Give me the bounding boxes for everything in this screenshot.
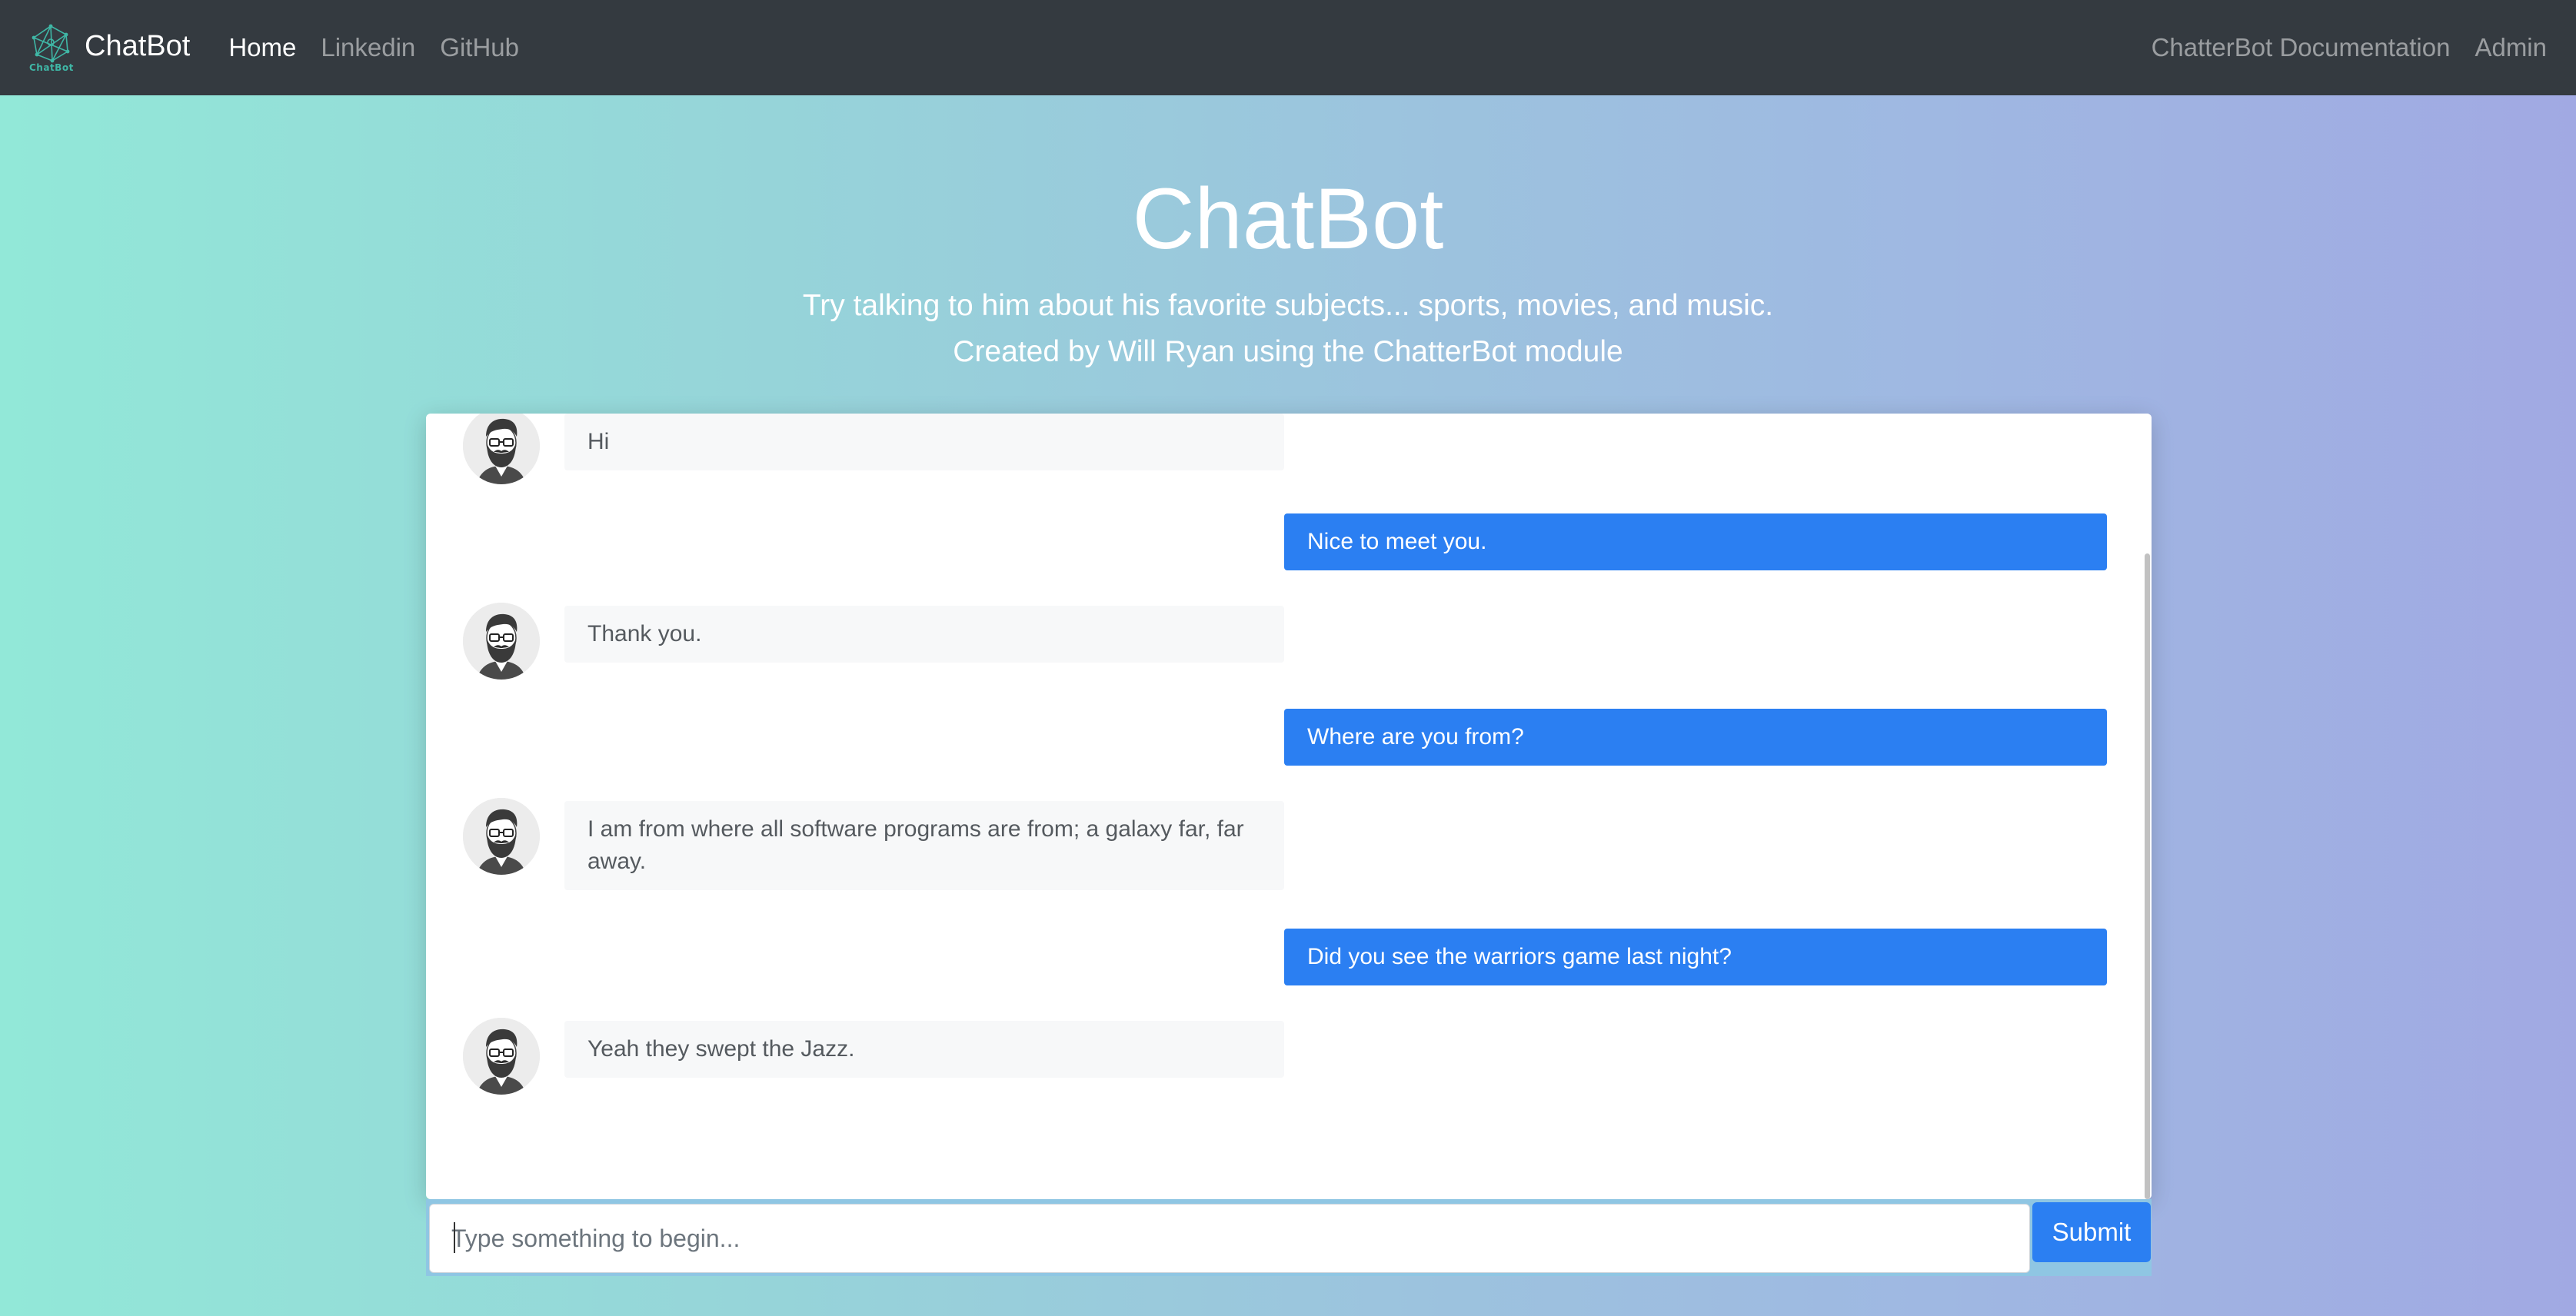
- chat-scrollbar-thumb[interactable]: [2145, 553, 2150, 1199]
- bot-message-bubble: Thank you.: [564, 606, 1284, 663]
- page-title: ChatBot: [1132, 171, 1444, 267]
- nav-link-home[interactable]: Home: [228, 33, 296, 62]
- nav-link-admin[interactable]: Admin: [2474, 33, 2547, 62]
- hero-credit: Created by Will Ryan using the ChatterBo…: [953, 335, 1623, 368]
- user-message-bubble: Where are you from?: [1284, 709, 2107, 766]
- bot-message-bubble: I am from where all software programs ar…: [564, 801, 1284, 890]
- nav-link-linkedin[interactable]: Linkedin: [321, 33, 415, 62]
- user-message-bubble: Nice to meet you.: [1284, 513, 2107, 570]
- chat-input-bar: Submit: [426, 1199, 2152, 1276]
- nav-links: Home Linkedin GitHub: [228, 33, 544, 62]
- nav-link-github[interactable]: GitHub: [440, 33, 519, 62]
- logo-text: ChatBot: [29, 62, 74, 73]
- bot-avatar-icon: [463, 1018, 540, 1095]
- user-message-bubble: Did you see the warriors game last night…: [1284, 929, 2107, 985]
- chat-messages[interactable]: Hi Nice to meet you. Thank you. Where ar…: [426, 414, 2152, 1199]
- nav-right-links: ChatterBot Documentation Admin: [2127, 33, 2547, 62]
- brand[interactable]: ChatBot ChatBot: [29, 0, 228, 95]
- navbar: ChatBot ChatBot Home Linkedin GitHub Cha…: [0, 0, 2576, 95]
- logo-icon: ChatBot: [29, 24, 74, 76]
- hero-subtitle: Try talking to him about his favorite su…: [802, 289, 1774, 322]
- submit-button[interactable]: Submit: [2032, 1202, 2151, 1262]
- brand-name[interactable]: ChatBot: [85, 30, 190, 63]
- chat-window: Hi Nice to meet you. Thank you. Where ar…: [426, 414, 2152, 1199]
- bot-message-bubble: Hi: [564, 414, 1284, 470]
- bot-avatar-icon: [463, 414, 540, 484]
- bot-message-bubble: Yeah they swept the Jazz.: [564, 1021, 1284, 1078]
- bot-avatar-icon: [463, 798, 540, 875]
- chat-input[interactable]: [429, 1204, 2030, 1273]
- bot-avatar-icon: [463, 603, 540, 680]
- text-caret: [454, 1222, 455, 1253]
- nav-link-chatterbot-docs[interactable]: ChatterBot Documentation: [2152, 33, 2451, 62]
- chat-scrollbar[interactable]: [2142, 414, 2152, 1199]
